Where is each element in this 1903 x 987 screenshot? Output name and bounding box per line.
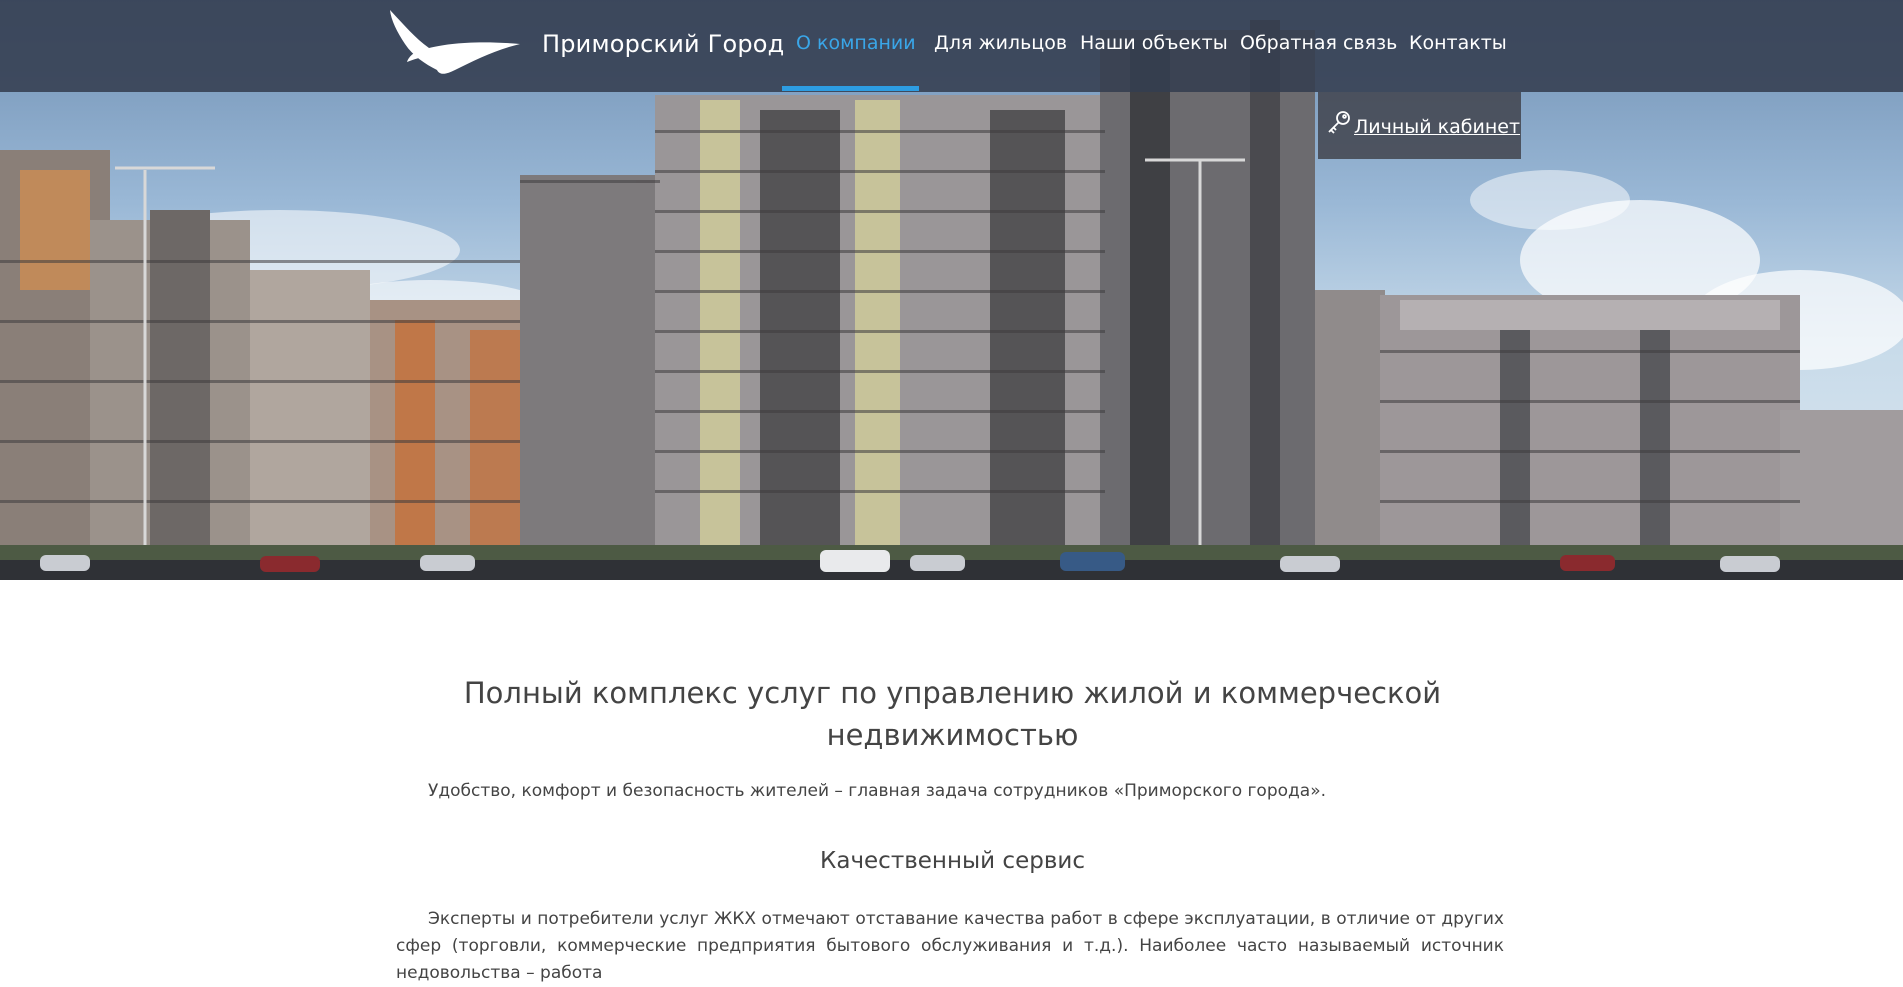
seagull-logo-icon[interactable] — [385, 4, 525, 84]
nav-item-feedback[interactable]: Обратная связь — [1240, 32, 1397, 54]
site-header: Приморский Город О компании Для жильцов … — [0, 0, 1903, 92]
section-subtitle: Качественный сервис — [820, 848, 1085, 874]
page-title: Полный комплекс услуг по управлению жило… — [463, 676, 1442, 752]
intro-text: Удобство, комфорт и безопасность жителей… — [428, 781, 1327, 801]
nav-item-objects[interactable]: Наши объекты — [1080, 32, 1228, 54]
personal-account-link[interactable]: Личный кабинет — [1318, 92, 1521, 159]
nav-item-about[interactable]: О компании — [796, 32, 916, 54]
active-nav-indicator — [782, 86, 919, 91]
key-icon — [1326, 110, 1352, 136]
nav-item-contacts[interactable]: Контакты — [1409, 32, 1507, 54]
brand-name[interactable]: Приморский Город — [542, 30, 784, 58]
section-body: Эксперты и потребители услуг ЖКХ отмечаю… — [396, 909, 1504, 983]
personal-account-label[interactable]: Личный кабинет — [1354, 116, 1520, 138]
nav-item-residents[interactable]: Для жильцов — [934, 32, 1067, 54]
